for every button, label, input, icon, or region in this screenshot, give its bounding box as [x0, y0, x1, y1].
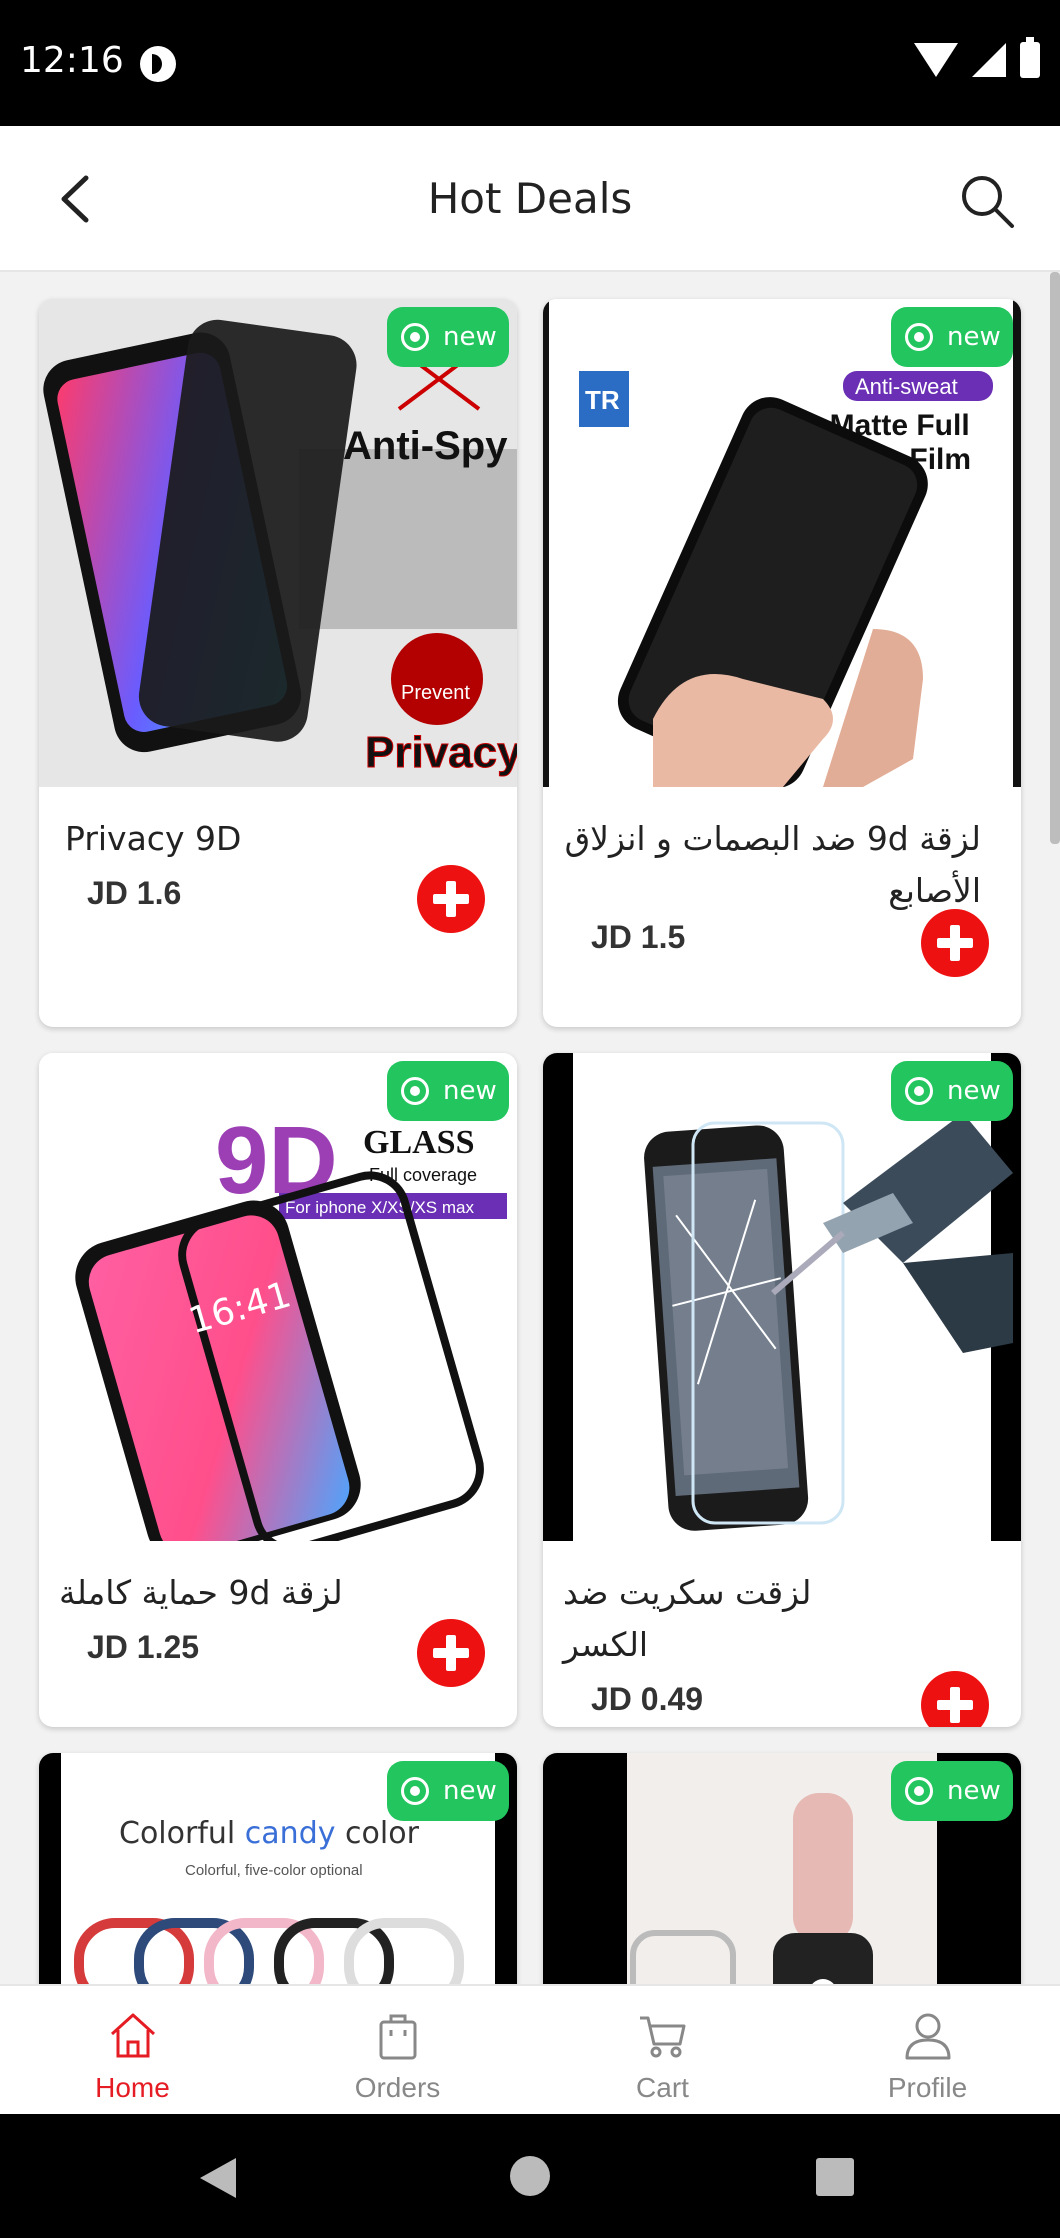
- tab-label: Profile: [887, 2072, 968, 2103]
- product-image: TR Anti-sweat 9D Matte Full Screen Film …: [543, 299, 1021, 787]
- add-to-cart-button[interactable]: [417, 865, 485, 933]
- app-notification-icon: [140, 46, 176, 82]
- image-text-for-iphone: For iphone X/XS/XS max: [285, 1198, 474, 1217]
- nav-recent-apps-icon[interactable]: [816, 2158, 854, 2196]
- scrollbar[interactable]: [1050, 272, 1060, 844]
- system-navigation-bar: [0, 2114, 1060, 2238]
- app-header: Hot Deals: [0, 126, 1060, 272]
- product-image: new: [543, 1053, 1021, 1541]
- tab-cart[interactable]: Cart: [530, 1986, 795, 2114]
- product-image: new: [543, 1753, 1021, 1984]
- add-to-cart-button[interactable]: [417, 1619, 485, 1687]
- signal-icon: [972, 43, 1006, 77]
- radio-dot-icon: [905, 1077, 933, 1105]
- product-card[interactable]: new: [543, 1753, 1021, 1984]
- product-footer: JD 1.6: [39, 865, 517, 955]
- radio-dot-icon: [401, 1777, 429, 1805]
- search-icon: [962, 176, 1014, 228]
- cart-icon: [639, 2016, 685, 2058]
- new-badge: new: [891, 1761, 1013, 1821]
- product-price: JD 1.6: [87, 875, 182, 911]
- radio-dot-icon: [905, 323, 933, 351]
- product-title: لزقت سكريت ضد الكسر: [563, 1573, 812, 1664]
- product-image: 9D GLASS Full coverage For iphone X/XS/X…: [39, 1053, 517, 1541]
- product-card[interactable]: TR Anti-sweat 9D Matte Full Screen Film …: [543, 299, 1021, 1027]
- status-bar: 12:16: [0, 0, 1060, 126]
- new-badge: new: [387, 1761, 509, 1821]
- image-text-five-color: Colorful, five-color optional: [185, 1862, 363, 1879]
- radio-dot-icon: [401, 323, 429, 351]
- tab-label: Cart: [636, 2072, 689, 2103]
- badge-label: new: [947, 1076, 1001, 1106]
- radio-dot-icon: [905, 1777, 933, 1805]
- image-text-anti-spy: Anti-Spy: [343, 424, 508, 468]
- status-time: 12:16: [20, 40, 124, 81]
- bag-icon: [379, 2014, 416, 2060]
- badge-label: new: [443, 1776, 497, 1806]
- matte-film-illustration: TR Anti-sweat 9D Matte Full Screen Film: [543, 299, 1021, 787]
- product-card[interactable]: Anti-Spy Prevent Privacy new Privacy 9D …: [39, 299, 517, 1027]
- search-button[interactable]: [954, 168, 1020, 234]
- tab-home[interactable]: Home: [0, 1986, 265, 2114]
- tab-orders[interactable]: Orders: [265, 1986, 530, 2114]
- product-footer: JD 0.49: [543, 1671, 1021, 1727]
- add-to-cart-button[interactable]: [921, 909, 989, 977]
- product-footer: JD 1.25: [39, 1619, 517, 1709]
- nav-home-icon[interactable]: [510, 2156, 550, 2196]
- product-footer: JD 1.5: [543, 909, 1021, 989]
- home-icon: [110, 2013, 155, 2058]
- image-text-prevent: Prevent: [401, 682, 470, 704]
- battery-icon: [1020, 37, 1040, 78]
- product-image: Anti-Spy Prevent Privacy new: [39, 299, 517, 787]
- product-title: لزقة 9d حماية كاملة: [59, 1573, 343, 1612]
- product-grid: Anti-Spy Prevent Privacy new Privacy 9D …: [0, 272, 1060, 1984]
- page-title: Hot Deals: [427, 174, 633, 223]
- badge-label: new: [443, 322, 497, 352]
- user-icon: [905, 2013, 950, 2060]
- image-text-anti-sweat: Anti-sweat: [855, 374, 958, 399]
- image-text-colorful: Colorful candy color: [119, 1816, 420, 1851]
- unbreakable-glass-illustration: [543, 1053, 1021, 1541]
- new-badge: new: [891, 1061, 1013, 1121]
- new-badge: new: [891, 307, 1013, 367]
- product-title: Privacy 9D: [65, 819, 242, 858]
- product-price: JD 1.25: [87, 1629, 200, 1665]
- add-to-cart-button[interactable]: [921, 1671, 989, 1727]
- image-text-glass: GLASS: [363, 1124, 475, 1161]
- status-icons: [914, 37, 1040, 78]
- privacy-screen-illustration: Anti-Spy Prevent Privacy: [39, 299, 517, 787]
- product-card[interactable]: new لزقت سكريت ضد الكسر JD 0.49: [543, 1053, 1021, 1727]
- badge-label: new: [947, 322, 1001, 352]
- radio-dot-icon: [401, 1077, 429, 1105]
- nav-back-icon[interactable]: [200, 2158, 236, 2198]
- product-card[interactable]: 9D GLASS Full coverage For iphone X/XS/X…: [39, 1053, 517, 1727]
- new-badge: new: [387, 307, 509, 367]
- product-card[interactable]: Colorful candy color Colorful, five-colo…: [39, 1753, 517, 1984]
- image-text-privacy: Privacy: [365, 728, 517, 777]
- tab-profile[interactable]: Profile: [795, 1986, 1060, 2114]
- product-price: JD 0.49: [591, 1681, 704, 1717]
- product-image: Colorful candy color Colorful, five-colo…: [39, 1753, 517, 1984]
- badge-label: new: [947, 1776, 1001, 1806]
- product-price: JD 1.5: [591, 919, 686, 955]
- wifi-icon: [914, 43, 958, 77]
- badge-label: new: [443, 1076, 497, 1106]
- product-title: لزقة 9d ضد البصمات و انزلاق الأصابع: [564, 819, 981, 910]
- tab-label: Orders: [354, 2072, 441, 2103]
- tab-label: Home: [95, 2072, 170, 2103]
- new-badge: new: [387, 1061, 509, 1121]
- bottom-tab-bar: Home Orders Cart Profile: [0, 1984, 1060, 2114]
- full-coverage-glass-illustration: 9D GLASS Full coverage For iphone X/XS/X…: [39, 1053, 517, 1541]
- image-text-tr: TR: [585, 385, 620, 415]
